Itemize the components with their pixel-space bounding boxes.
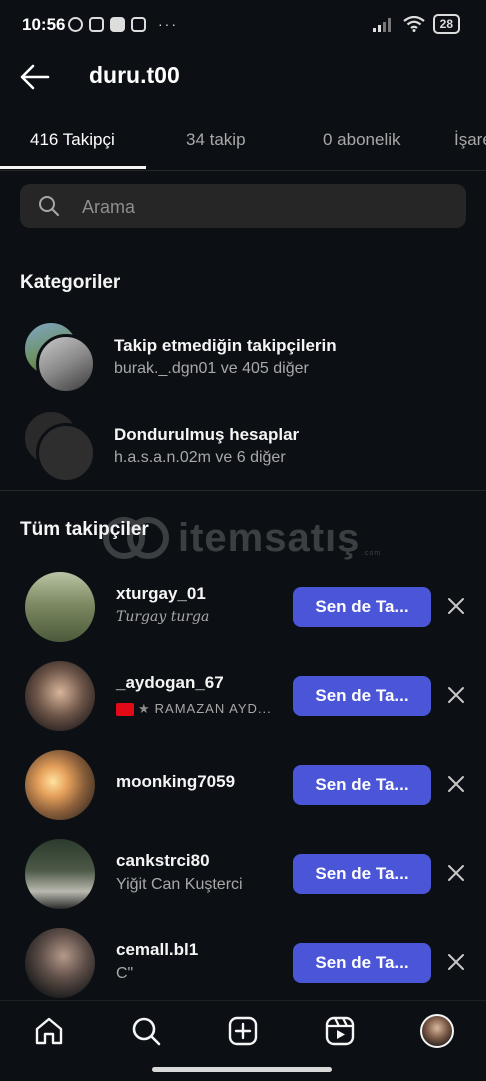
signal-icon: [372, 18, 391, 32]
follow-back-button[interactable]: Sen de Ta...: [293, 765, 431, 805]
page-title: duru.t00: [89, 62, 180, 88]
section-title-categories: Kategoriler: [20, 272, 121, 293]
arrow-left-icon[interactable]: [18, 62, 52, 92]
follower-row[interactable]: moonking7059 Sen de Ta...: [0, 748, 486, 828]
turkey-flag-icon: [116, 703, 134, 717]
avatar: [36, 423, 96, 483]
follower-full-name: Yiğit Can Kuşterci: [116, 876, 243, 893]
follow-back-button[interactable]: Sen de Ta...: [293, 943, 431, 983]
close-icon[interactable]: [445, 773, 467, 795]
divider: [0, 490, 486, 491]
follower-full-name: ★ RAMAZAN AYD...: [116, 701, 272, 717]
avatar: [36, 334, 96, 394]
follower-row[interactable]: xturgay_01 Turgay turga Sen de Ta...: [0, 570, 486, 650]
top-bar: duru.t00: [0, 50, 486, 105]
close-icon[interactable]: [445, 595, 467, 617]
watermark-text: itemsatış: [178, 516, 361, 560]
category-subtitle: h.a.s.a.n.02m ve 6 diğer: [114, 449, 286, 466]
tab-following[interactable]: 34 takip: [186, 130, 246, 150]
instagram-notification-icon: [131, 16, 146, 32]
avatar[interactable]: [25, 928, 95, 998]
star-icon: ★: [138, 701, 151, 716]
category-subtitle: burak._.dgn01 ve 405 diğer: [114, 360, 309, 377]
watermark-logo-icon: [103, 517, 169, 559]
follow-back-button[interactable]: Sen de Ta...: [293, 587, 431, 627]
avatar[interactable]: [25, 750, 95, 820]
tab-subscriptions[interactable]: 0 abonelik: [323, 130, 401, 150]
category-deactivated-accounts[interactable]: Dondurulmuş hesaplar h.a.s.a.n.02m ve 6 …: [0, 409, 486, 489]
follow-back-button[interactable]: Sen de Ta...: [293, 854, 431, 894]
status-time: 10:56: [22, 15, 66, 34]
alarm-icon: [68, 16, 83, 32]
bottom-nav: [0, 1000, 486, 1081]
follower-full-name: Turgay turga: [116, 609, 210, 625]
app-notification-icon: [110, 16, 125, 32]
follower-username[interactable]: cankstrci80: [116, 851, 210, 871]
close-icon[interactable]: [445, 951, 467, 973]
status-bar: 10:56 ··· 28: [0, 0, 486, 50]
follower-full-name: C": [116, 965, 134, 982]
close-icon[interactable]: [445, 684, 467, 706]
search-icon: [39, 196, 59, 216]
avatar[interactable]: [25, 839, 95, 909]
active-tab-indicator: [0, 166, 146, 169]
category-title: Dondurulmuş hesaplar: [114, 425, 300, 444]
instagram-notification-icon: [89, 16, 104, 32]
follower-row[interactable]: cemall.bl1 C" Sen de Ta...: [0, 926, 486, 1006]
tab-bar: 416 Takipçi 34 takip 0 abonelik İşaretli: [0, 118, 486, 171]
follower-row[interactable]: _aydogan_67 ★ RAMAZAN AYD... Sen de Ta...: [0, 659, 486, 739]
follow-back-button[interactable]: Sen de Ta...: [293, 676, 431, 716]
search-bar: [20, 184, 466, 230]
close-icon[interactable]: [445, 862, 467, 884]
follower-username[interactable]: xturgay_01: [116, 584, 206, 604]
watermark: itemsatış .com: [100, 514, 390, 564]
follower-username[interactable]: moonking7059: [116, 772, 235, 792]
home-indicator: [152, 1067, 332, 1072]
wifi-icon: [402, 16, 425, 32]
follower-row[interactable]: cankstrci80 Yiğit Can Kuşterci Sen de Ta…: [0, 837, 486, 917]
avatar[interactable]: [25, 661, 95, 731]
watermark-subtext: .com: [362, 550, 382, 557]
follower-username[interactable]: _aydogan_67: [116, 673, 224, 693]
follower-username[interactable]: cemall.bl1: [116, 940, 198, 960]
profile-avatar[interactable]: [420, 1014, 454, 1048]
create-icon[interactable]: [227, 1015, 259, 1047]
reels-icon[interactable]: [324, 1015, 356, 1047]
home-icon[interactable]: [33, 1015, 65, 1047]
battery-indicator: 28: [432, 14, 460, 34]
category-not-following-back[interactable]: Takip etmediğin takipçilerin burak._.dgn…: [0, 320, 486, 400]
more-notifications-icon: ···: [158, 16, 178, 32]
category-avatars: [22, 320, 96, 394]
avatar[interactable]: [25, 572, 95, 642]
search-input[interactable]: [80, 184, 454, 230]
follower-name-text: RAMAZAN AYD...: [154, 701, 272, 716]
search-icon[interactable]: [130, 1015, 162, 1047]
tab-followers[interactable]: 416 Takipçi: [30, 130, 115, 150]
category-avatars: [22, 409, 96, 483]
tab-flagged[interactable]: İşaretli: [454, 130, 486, 150]
category-title: Takip etmediğin takipçilerin: [114, 336, 337, 355]
